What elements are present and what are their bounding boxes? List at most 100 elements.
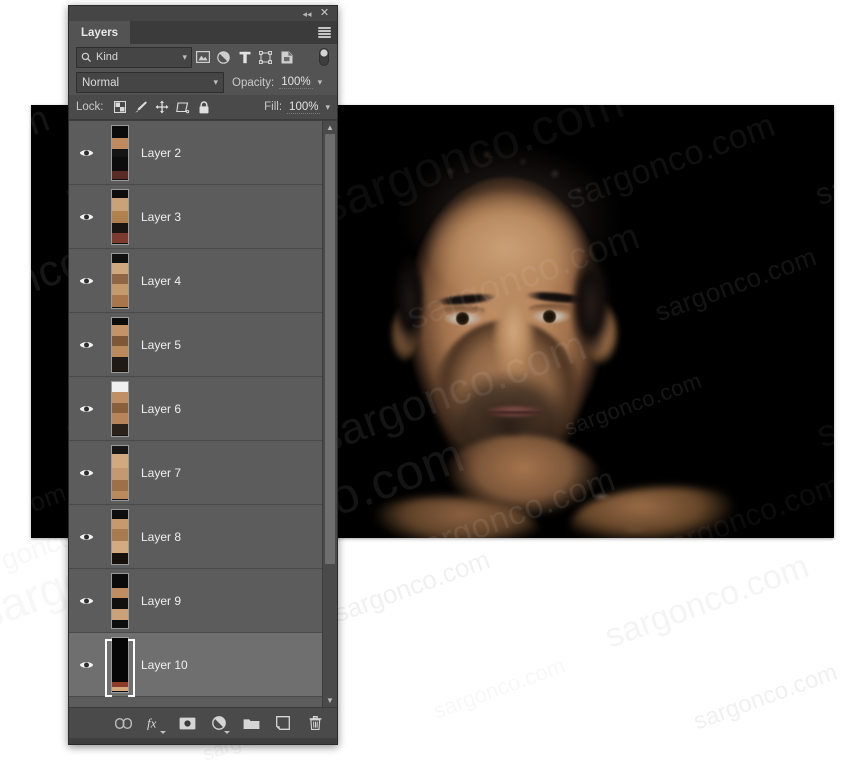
- layer-visibility-toggle[interactable]: [69, 441, 103, 504]
- filter-shape-layers[interactable]: [255, 48, 276, 67]
- eye-icon: [79, 212, 94, 222]
- link-layers-button[interactable]: [113, 713, 133, 733]
- layer-row[interactable]: Layer 9: [69, 569, 323, 633]
- layer-thumbnail-cell[interactable]: [103, 381, 137, 437]
- close-icon[interactable]: ✕: [318, 7, 331, 20]
- layer-list-scrollbar[interactable]: ▲ ▼: [322, 121, 337, 707]
- layer-thumbnail-cell[interactable]: [103, 509, 137, 565]
- layer-row[interactable]: Layer 10: [69, 633, 323, 697]
- opacity-label: Opacity:: [232, 77, 274, 89]
- blend-mode-select[interactable]: Normal ▾: [76, 72, 224, 93]
- layer-visibility-toggle[interactable]: [69, 185, 103, 248]
- layer-thumbnail-cell[interactable]: [103, 445, 137, 501]
- right-eyelid: [529, 304, 573, 312]
- layer-name-label[interactable]: Layer 8: [137, 530, 181, 544]
- layer-thumbnail[interactable]: [111, 509, 129, 565]
- scrollbar-thumb[interactable]: [325, 134, 335, 564]
- tank-top: [401, 509, 701, 538]
- layer-thumbnail-cell[interactable]: [103, 637, 137, 693]
- thumbnail-slice: [112, 357, 128, 371]
- layer-thumbnail[interactable]: [111, 445, 129, 501]
- tab-layers[interactable]: Layers: [69, 21, 130, 44]
- collapse-to-icons-icon[interactable]: ◂◂: [301, 8, 313, 20]
- chevron-down-icon[interactable]: ▾: [318, 78, 323, 87]
- layer-thumbnail-cell[interactable]: [103, 317, 137, 373]
- filter-pixel-layers[interactable]: [192, 48, 213, 67]
- layer-visibility-toggle[interactable]: [69, 377, 103, 440]
- layer-thumbnail[interactable]: [111, 637, 129, 693]
- layer-thumbnail[interactable]: [111, 573, 129, 629]
- blend-mode-row: Normal ▾ Opacity: 100% ▾: [69, 70, 337, 95]
- layer-name-label[interactable]: Layer 9: [137, 594, 181, 608]
- layer-visibility-toggle[interactable]: [69, 505, 103, 568]
- fill-group: Fill: 100% ▾: [264, 101, 330, 114]
- half-circle-icon: [217, 51, 230, 64]
- layer-name-label[interactable]: Layer 5: [137, 338, 181, 352]
- layer-thumbnail-cell[interactable]: [103, 573, 137, 629]
- layer-row[interactable]: Layer 8: [69, 505, 323, 569]
- new-group-button[interactable]: [241, 713, 261, 733]
- fx-icon: fx: [147, 716, 163, 730]
- layer-thumbnail[interactable]: [111, 125, 129, 181]
- layer-row[interactable]: Layer 7: [69, 441, 323, 505]
- chevron-up-icon[interactable]: ▲: [323, 121, 337, 134]
- layer-name-label[interactable]: Layer 7: [137, 466, 181, 480]
- layer-visibility-toggle[interactable]: [69, 313, 103, 376]
- layer-row[interactable]: Layer 5: [69, 313, 323, 377]
- thumbnail-slice: [112, 541, 128, 553]
- layer-thumbnail[interactable]: [111, 253, 129, 309]
- opacity-input[interactable]: 100%: [279, 76, 312, 89]
- filter-adjustment-layers[interactable]: [213, 48, 234, 67]
- layer-thumbnail[interactable]: [111, 317, 129, 373]
- layer-thumbnail[interactable]: [111, 189, 129, 245]
- filter-smart-objects[interactable]: [276, 48, 297, 67]
- scrollbar-track[interactable]: [323, 134, 337, 694]
- layer-name-label[interactable]: Layer 2: [137, 146, 181, 160]
- thumbnail-slice: [112, 346, 128, 358]
- thumbnail-slice: [112, 491, 128, 500]
- layer-visibility-toggle[interactable]: [69, 633, 103, 696]
- thumbnail-slice: [112, 510, 128, 520]
- new-layer-button[interactable]: [273, 713, 293, 733]
- lock-position[interactable]: [152, 98, 173, 116]
- blend-mode-value: Normal: [82, 77, 213, 89]
- toggle-switch-icon[interactable]: [318, 48, 330, 67]
- add-layer-mask-button[interactable]: [177, 713, 197, 733]
- lock-all[interactable]: [194, 98, 215, 116]
- filter-type-layers[interactable]: [234, 48, 255, 67]
- layer-thumbnail[interactable]: [111, 381, 129, 437]
- thumbnail-slice: [112, 468, 128, 480]
- hamburger-menu-icon[interactable]: [318, 27, 331, 38]
- delete-layer-button[interactable]: [305, 713, 325, 733]
- layer-name-label[interactable]: Layer 3: [137, 210, 181, 224]
- layer-style-button[interactable]: fx: [145, 713, 165, 733]
- chevron-down-icon[interactable]: ▾: [325, 103, 330, 112]
- text-t-icon: [239, 51, 251, 64]
- layer-thumbnail-cell[interactable]: [103, 189, 137, 245]
- layer-name-label[interactable]: Layer 6: [137, 402, 181, 416]
- layer-visibility-toggle[interactable]: [69, 249, 103, 312]
- thumbnail-slice: [112, 687, 128, 691]
- layer-name-label[interactable]: Layer 10: [137, 658, 188, 672]
- fill-input[interactable]: 100%: [287, 101, 320, 114]
- layer-visibility-toggle[interactable]: [69, 121, 103, 184]
- layer-thumbnail-cell[interactable]: [103, 253, 137, 309]
- link-icon: [115, 718, 132, 729]
- layer-row[interactable]: Layer 3: [69, 185, 323, 249]
- filter-kind-select[interactable]: Kind ▾: [76, 47, 192, 68]
- layer-thumbnail-cell[interactable]: [103, 125, 137, 181]
- lock-artboard-nesting[interactable]: [173, 98, 194, 116]
- move-arrows-icon: [155, 100, 169, 114]
- lock-image-pixels[interactable]: [131, 98, 152, 116]
- new-adjustment-layer-button[interactable]: [209, 713, 229, 733]
- layer-name-label[interactable]: Layer 4: [137, 274, 181, 288]
- thumbnail-slice: [112, 382, 128, 393]
- layer-row[interactable]: Layer 4: [69, 249, 323, 313]
- layer-row[interactable]: Layer 6: [69, 377, 323, 441]
- chevron-down-icon[interactable]: ▼: [323, 694, 337, 707]
- left-eyelid: [441, 306, 485, 314]
- layer-visibility-toggle[interactable]: [69, 569, 103, 632]
- thumbnail-slice: [112, 553, 128, 564]
- lock-transparent-pixels[interactable]: [110, 98, 131, 116]
- layer-row[interactable]: Layer 2: [69, 121, 323, 185]
